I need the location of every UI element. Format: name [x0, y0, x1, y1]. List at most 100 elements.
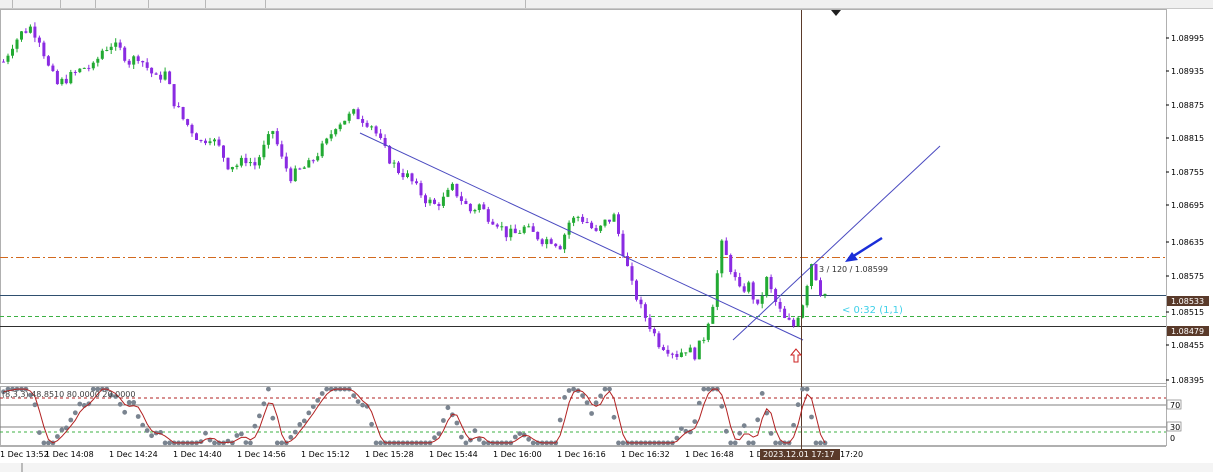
candle-body	[298, 168, 302, 170]
time-tick-label: 1 Dec 15:44	[429, 450, 478, 459]
price-tick-label: 1.08515	[1171, 308, 1204, 317]
stochastic-dot	[261, 401, 267, 407]
stochastic-dot	[584, 400, 590, 405]
bid-price-tag: 1.08533	[1167, 296, 1209, 306]
stochastic-dot	[248, 440, 253, 446]
time-tick-label: 1 Dec 13:52	[0, 450, 49, 459]
candle-body	[406, 173, 409, 177]
stochastic-dot	[472, 428, 478, 434]
stochastic-dot	[306, 410, 312, 416]
bid-price-tag-text: 1.08533	[1171, 297, 1204, 306]
stochastic-dot	[355, 399, 361, 404]
time-tick-label: 1 Dec 14:40	[173, 450, 222, 459]
candle-body	[433, 199, 436, 204]
time-tick-label: 1 Dec 16:00	[493, 450, 542, 459]
stochastic-dot	[616, 440, 621, 446]
stochastic-dot	[800, 386, 805, 392]
candle-body	[608, 219, 611, 222]
candle-body	[769, 277, 773, 290]
candle-body	[73, 72, 77, 73]
candle-body	[168, 71, 172, 85]
candle-body	[531, 226, 535, 232]
candle-body	[590, 222, 594, 229]
stochastic-dot	[746, 440, 752, 446]
stochastic-dot	[809, 414, 814, 420]
stochastic-dot	[239, 431, 244, 437]
stochastic-dot	[719, 403, 725, 409]
candle-body	[293, 168, 297, 182]
time-tick-label: 1 Dec 14:24	[109, 450, 158, 459]
horizontal-line-price-tag: 1.08479	[1167, 326, 1209, 336]
candle-body	[217, 139, 221, 146]
status-bar	[0, 463, 1213, 472]
candle-body	[424, 195, 427, 204]
candle-body	[693, 347, 697, 360]
candle-body	[109, 46, 113, 50]
candle-body	[118, 42, 122, 48]
candle-body	[410, 173, 414, 182]
candle-body	[253, 162, 257, 166]
candle-body	[145, 62, 149, 68]
candle-body	[549, 239, 553, 244]
candle-body	[374, 126, 378, 134]
candle-body	[208, 141, 212, 144]
main-chart-area[interactable]	[0, 9, 1167, 384]
price-chart[interactable]: 3 / 120 / 1.08599 < 0:32 (1,1) 1.08995 1…	[0, 0, 1213, 472]
stochastic-dot	[755, 417, 761, 423]
candle-body	[666, 349, 670, 354]
candle-body	[78, 68, 82, 73]
stochastic-dot	[773, 440, 778, 446]
candle-body	[51, 65, 55, 71]
candle-body	[720, 240, 724, 274]
time-tick-label: 1 Dec 14:56	[237, 450, 286, 459]
candle-body	[127, 60, 131, 65]
candle-body	[213, 139, 216, 142]
crosshair-readout: 3 / 120 / 1.08599	[819, 265, 888, 274]
candle-body	[504, 226, 508, 238]
candle-body	[329, 134, 333, 139]
candle-body	[392, 162, 396, 164]
candle-body	[186, 119, 190, 125]
stochastic-dot	[692, 419, 698, 424]
stochastic-dot	[144, 428, 150, 433]
candle-body	[87, 67, 91, 69]
stochastic-dot	[319, 391, 325, 396]
candle-body	[486, 209, 490, 222]
stochastic-dot	[234, 433, 240, 438]
candle-body	[244, 157, 248, 164]
candle-body	[163, 71, 167, 80]
candle-body	[262, 144, 266, 158]
price-tick-label: 1.08875	[1171, 101, 1204, 110]
candle-body	[567, 222, 571, 235]
candle-body	[302, 167, 306, 169]
stochastic-dot	[804, 386, 810, 392]
candle-body	[738, 277, 742, 287]
stochastic-dot	[373, 440, 379, 446]
candle-body	[69, 72, 73, 84]
candle-body	[230, 167, 234, 170]
candle-body	[284, 156, 288, 169]
candle-body	[311, 160, 315, 162]
candle-body	[796, 317, 800, 326]
candle-body	[715, 273, 719, 307]
stochastic-dot	[41, 440, 47, 446]
candle-body	[235, 165, 239, 167]
candle-body	[459, 196, 463, 201]
candle-body	[190, 124, 194, 134]
stochastic-dot	[243, 440, 249, 445]
stochastic-dot	[768, 431, 774, 436]
stochastic-dot	[257, 413, 262, 419]
candle-body	[307, 160, 311, 168]
stochastic-dot	[571, 386, 576, 392]
stochastic-dot	[68, 417, 74, 423]
stochastic-dot	[517, 431, 523, 436]
indicator-level-label: 0	[1170, 434, 1175, 443]
horizontal-line-price-tag-text: 1.08479	[1171, 327, 1204, 336]
candle-body	[6, 55, 10, 62]
candle-body	[554, 243, 558, 247]
stochastic-dot	[593, 400, 599, 406]
stochastic-dot	[360, 402, 365, 408]
candle-body	[343, 120, 347, 125]
stochastic-dot	[795, 402, 801, 408]
stochastic-dot	[566, 388, 572, 393]
